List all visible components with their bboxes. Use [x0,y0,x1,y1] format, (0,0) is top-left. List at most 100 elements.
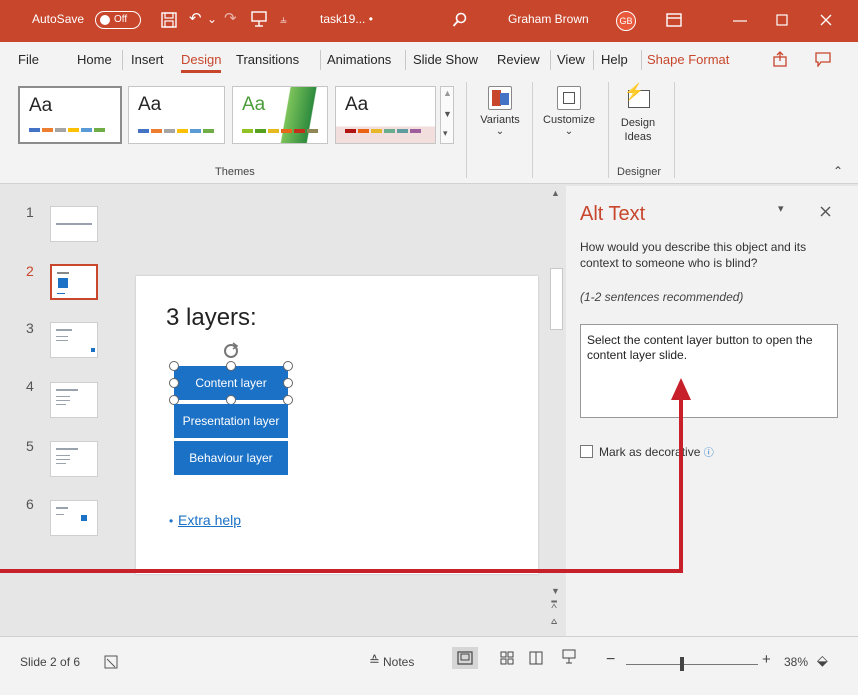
tab-view[interactable]: View [557,52,585,67]
user-name[interactable]: Graham Brown [508,12,589,26]
themes-more-icon[interactable]: ▾ [443,128,448,139]
variants-button[interactable]: Variants ⌄ [474,86,526,137]
bullet-marker: • [169,514,174,528]
behaviour-layer-button[interactable]: Behaviour layer [174,441,288,475]
thumbnail-dot [81,515,87,521]
slide-title[interactable]: 3 layers: [166,304,257,332]
undo-dropdown-icon[interactable]: ⌄ [207,12,217,26]
theme-color-stripe [29,128,105,132]
thumbnail-text-line [56,463,66,464]
extra-help-link[interactable]: Extra help [178,512,241,528]
customize-button[interactable]: Customize ⌄ [536,86,602,137]
tab-help[interactable]: Help [601,52,628,67]
tab-slide-show[interactable]: Slide Show [413,52,478,67]
slide-thumbnail-2[interactable] [50,264,98,300]
theme-office[interactable]: Aa [18,86,122,144]
tab-review[interactable]: Review [497,52,540,67]
variants-swatch [500,93,509,105]
theme-preview-text: Aa [29,95,53,116]
resize-handle[interactable] [283,361,293,371]
zoom-slider-track[interactable] [626,664,758,665]
slide-sorter-icon[interactable] [500,651,514,665]
themes-scroll-up-icon[interactable]: ▲ [443,88,452,98]
thumbnail-text-line [56,223,92,225]
tab-transitions[interactable]: Transitions [236,52,299,67]
resize-handle[interactable] [169,378,179,388]
slide-thumbnail-5[interactable] [50,441,98,477]
undo-icon[interactable]: ↶ [189,9,202,27]
customize-label: Customize [543,114,595,126]
spell-check-icon[interactable] [104,655,118,669]
tab-insert[interactable]: Insert [131,52,164,67]
tab-home[interactable]: Home [77,52,112,67]
scrollbar-thumb[interactable] [550,268,563,330]
close-window-icon[interactable] [820,14,832,26]
scroll-up-icon[interactable]: ▲ [551,188,560,198]
tab-animations[interactable]: Animations [327,52,391,67]
file-name[interactable]: task19... • [320,12,373,26]
autosave-label: AutoSave [32,12,85,26]
themes-scroll-down-icon[interactable]: ▼ [443,109,452,119]
theme-facet[interactable]: Aa [232,86,328,144]
slide-thumbnail-3[interactable] [50,322,98,358]
pane-options-icon[interactable]: ▾ [778,202,784,215]
slide-thumbnail-6[interactable] [50,500,98,536]
redo-icon[interactable]: ↷ [224,9,237,27]
zoom-level[interactable]: 38% [784,655,808,669]
group-divider [674,82,675,178]
rotate-handle-icon[interactable] [222,342,240,362]
slide-thumbnail-4[interactable] [50,382,98,418]
notes-label: Notes [383,655,415,669]
slideshow-view-icon[interactable] [562,649,576,665]
next-slide-icon[interactable]: ⩟ [551,616,557,627]
tab-file[interactable]: File [18,52,39,67]
slide-thumbnail-1[interactable] [50,206,98,242]
mark-decorative-option[interactable]: Mark as decorative ⓘ [580,444,714,459]
fit-to-window-icon[interactable]: ⬙ [817,652,828,669]
comments-icon[interactable] [815,52,831,67]
share-icon[interactable] [772,51,788,67]
presentation-layer-button[interactable]: Presentation layer [174,404,288,438]
maximize-icon[interactable] [776,14,788,26]
save-icon[interactable] [161,12,177,28]
reading-view-icon[interactable] [529,651,543,665]
minimize-icon[interactable] [733,20,747,22]
tab-design[interactable]: Design [181,52,222,73]
resize-handle[interactable] [226,361,236,371]
ribbon-display-options-icon[interactable] [666,13,682,27]
theme-integral[interactable]: Aa [335,86,436,144]
search-icon[interactable] [452,12,468,28]
slide-canvas[interactable]: 3 layers: Content layer Presentation lay… [136,276,538,574]
slide-number: 5 [26,438,34,454]
tab-divider [320,50,321,70]
decorative-checkbox[interactable] [580,445,593,458]
close-pane-icon[interactable] [820,206,831,217]
present-icon[interactable] [251,11,267,27]
normal-view-icon[interactable] [457,651,473,665]
scroll-down-icon[interactable]: ▼ [551,586,560,596]
theme-office-2[interactable]: Aa [128,86,225,144]
info-icon[interactable]: ⓘ [704,448,714,459]
thumbnail-text-line [56,400,70,401]
alt-text-description: How would you describe this object and i… [580,240,807,270]
variants-label: Variants [480,114,520,126]
zoom-slider-thumb[interactable] [680,657,684,671]
resize-handle[interactable] [169,361,179,371]
collapse-ribbon-icon[interactable]: ⌃ [833,164,843,178]
slide-number: 6 [26,496,34,512]
autosave-toggle[interactable]: Off [95,11,141,29]
design-ideas-button[interactable]: ⚡ Design Ideas [612,82,664,144]
thumbnail-dot [91,348,95,352]
qat-customize-icon[interactable]: ⫨ [280,12,287,27]
tab-divider [641,50,642,70]
alt-text-input[interactable]: Select the content layer button to open … [580,324,838,418]
theme-color-stripe [242,129,318,133]
slide-scrollbar[interactable]: ▲ ▼ ⩞ ⩟ [548,186,565,636]
slide-number: 1 [26,204,34,220]
zoom-in-icon[interactable]: + [762,651,771,668]
zoom-out-icon[interactable]: − [606,651,615,669]
resize-handle[interactable] [283,378,293,388]
previous-slide-icon[interactable]: ⩞ [551,600,557,611]
avatar[interactable]: GB [616,11,636,31]
tab-shape-format[interactable]: Shape Format [647,52,729,67]
